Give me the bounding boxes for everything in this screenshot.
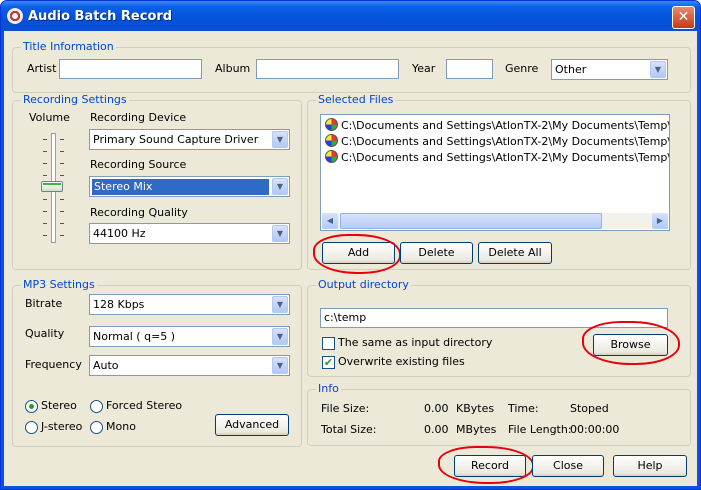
forced-stereo-label: Forced Stereo bbox=[106, 399, 183, 412]
total-size-label: Total Size: bbox=[321, 423, 377, 436]
list-item[interactable]: C:\Documents and Settings\AtlonTX-2\My D… bbox=[325, 118, 669, 134]
chevron-down-icon[interactable]: ▼ bbox=[272, 328, 288, 345]
advanced-button[interactable]: Advanced bbox=[215, 414, 289, 436]
stereo-label: Stereo bbox=[41, 399, 77, 412]
media-file-icon bbox=[325, 134, 338, 147]
file-size-label: File Size: bbox=[321, 402, 370, 415]
recording-settings-label: Recording Settings bbox=[21, 93, 129, 107]
title-information-label: Title Information bbox=[21, 40, 116, 54]
info-group: Info bbox=[307, 382, 691, 446]
same-as-input-label: The same as input directory bbox=[338, 336, 493, 349]
title-information-group: Title Information Artist Album Year Genr… bbox=[12, 40, 691, 93]
chevron-down-icon[interactable]: ▼ bbox=[272, 225, 288, 242]
jstereo-label: J-stereo bbox=[41, 420, 83, 433]
bitrate-value: 128 Kbps bbox=[93, 298, 145, 311]
annotation-circle bbox=[582, 321, 680, 365]
year-label: Year bbox=[412, 62, 436, 75]
list-item[interactable]: C:\Documents and Settings\AtlonTX-2\My D… bbox=[325, 150, 669, 166]
genre-label: Genre bbox=[505, 62, 539, 75]
overwrite-label: Overwrite existing files bbox=[338, 355, 465, 368]
volume-label: Volume bbox=[29, 111, 70, 124]
frequency-value: Auto bbox=[93, 359, 119, 372]
album-label: Album bbox=[215, 62, 251, 75]
output-directory-label: Output directory bbox=[316, 278, 411, 292]
file-size-value: 0.00 bbox=[424, 402, 449, 415]
time-value: Stoped bbox=[570, 402, 609, 415]
total-size-unit: MBytes bbox=[456, 423, 497, 436]
file-list[interactable]: C:\Documents and Settings\AtlonTX-2\My D… bbox=[320, 114, 670, 231]
overwrite-checkbox[interactable]: ✔ bbox=[322, 356, 335, 369]
volume-slider-thumb[interactable] bbox=[41, 181, 63, 192]
recording-device-select[interactable]: Primary Sound Capture Driver ▼ bbox=[89, 129, 290, 150]
file-length-value: 00:00:00 bbox=[570, 423, 620, 436]
bitrate-select[interactable]: 128 Kbps ▼ bbox=[89, 294, 290, 315]
mono-label: Mono bbox=[106, 420, 136, 433]
selected-files-label: Selected Files bbox=[316, 93, 396, 107]
annotation-circle bbox=[438, 446, 534, 484]
window-close-button[interactable]: ✕ bbox=[672, 6, 695, 29]
total-size-value: 0.00 bbox=[424, 423, 449, 436]
genre-select[interactable]: Other ▼ bbox=[551, 59, 668, 80]
recording-device-value: Primary Sound Capture Driver bbox=[93, 133, 259, 146]
same-as-input-checkbox[interactable] bbox=[322, 337, 335, 350]
mp3-settings-label: MP3 Settings bbox=[21, 278, 97, 292]
year-field[interactable] bbox=[446, 59, 493, 79]
quality-label: Quality bbox=[25, 327, 65, 340]
annotation-circle bbox=[313, 234, 401, 274]
dialog-body: Title Information Artist Album Year Genr… bbox=[4, 31, 697, 486]
media-file-icon bbox=[325, 118, 338, 131]
info-label: Info bbox=[316, 382, 341, 396]
media-file-icon bbox=[325, 150, 338, 163]
title-bar[interactable]: Audio Batch Record ✕ bbox=[1, 1, 700, 31]
delete-all-button[interactable]: Delete All bbox=[478, 242, 552, 264]
help-button[interactable]: Help bbox=[613, 455, 687, 477]
app-record-icon bbox=[7, 8, 23, 24]
window-title: Audio Batch Record bbox=[28, 9, 173, 24]
album-field[interactable] bbox=[256, 59, 399, 79]
list-item[interactable]: C:\Documents and Settings\AtlonTX-2\My D… bbox=[325, 134, 669, 150]
frequency-select[interactable]: Auto ▼ bbox=[89, 355, 290, 376]
bitrate-label: Bitrate bbox=[25, 297, 63, 310]
file-list-scrollbar[interactable]: ◀ ▶ bbox=[322, 213, 668, 229]
file-size-unit: KBytes bbox=[456, 402, 495, 415]
recording-device-label: Recording Device bbox=[90, 111, 187, 124]
mp3-quality-select[interactable]: Normal ( q=5 ) ▼ bbox=[89, 326, 290, 347]
scrollbar-thumb[interactable] bbox=[340, 213, 602, 229]
frequency-label: Frequency bbox=[25, 358, 82, 371]
chevron-down-icon[interactable]: ▼ bbox=[650, 61, 666, 78]
mp3-quality-value: Normal ( q=5 ) bbox=[93, 330, 176, 343]
file-length-label: File Length: bbox=[508, 423, 572, 436]
recording-source-value: Stereo Mix bbox=[92, 179, 269, 195]
scroll-right-icon[interactable]: ▶ bbox=[652, 213, 668, 229]
recording-quality-select[interactable]: 44100 Hz ▼ bbox=[89, 223, 290, 244]
close-button[interactable]: Close bbox=[532, 455, 604, 477]
recording-source-select[interactable]: Stereo Mix ▼ bbox=[89, 176, 290, 197]
time-label: Time: bbox=[508, 402, 539, 415]
recording-source-label: Recording Source bbox=[90, 158, 187, 171]
scroll-left-icon[interactable]: ◀ bbox=[322, 213, 338, 229]
artist-field[interactable] bbox=[59, 59, 202, 79]
app-window: Audio Batch Record ✕ Title Information A… bbox=[0, 0, 701, 490]
recording-quality-value: 44100 Hz bbox=[93, 227, 146, 240]
jstereo-radio[interactable] bbox=[25, 421, 38, 434]
chevron-down-icon[interactable]: ▼ bbox=[272, 296, 288, 313]
forced-stereo-radio[interactable] bbox=[90, 400, 103, 413]
artist-label: Artist bbox=[27, 62, 57, 75]
chevron-down-icon[interactable]: ▼ bbox=[272, 357, 288, 374]
chevron-down-icon[interactable]: ▼ bbox=[272, 178, 288, 195]
chevron-down-icon[interactable]: ▼ bbox=[272, 131, 288, 148]
genre-value: Other bbox=[555, 63, 587, 76]
stereo-radio[interactable] bbox=[25, 400, 38, 413]
delete-button[interactable]: Delete bbox=[400, 242, 473, 264]
recording-quality-label: Recording Quality bbox=[90, 206, 188, 219]
mono-radio[interactable] bbox=[90, 421, 103, 434]
